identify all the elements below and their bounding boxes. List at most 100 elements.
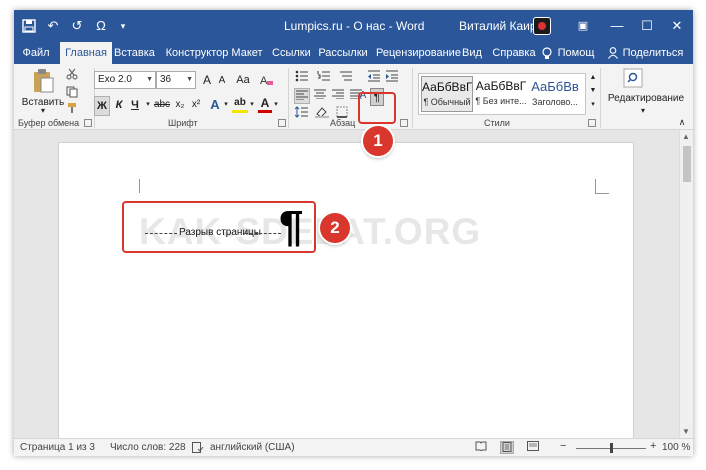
styles-gallery: АаБбВвГ ¶ Обычный АаБбВвГ ¶ Без инте... … — [418, 73, 586, 115]
line-spacing-icon[interactable] — [294, 106, 310, 122]
tab-home[interactable]: Главная — [60, 42, 112, 64]
align-center-icon[interactable] — [312, 88, 328, 104]
read-mode-icon[interactable] — [474, 441, 488, 454]
font-color-button[interactable]: A — [258, 96, 272, 113]
styles-scroll-down-icon[interactable]: ▼ — [588, 86, 598, 96]
font-size-field[interactable]: 36 ▼ — [156, 71, 196, 89]
vertical-scrollbar[interactable]: ▲ ▼ — [679, 130, 693, 438]
tab-file[interactable]: Файл — [20, 42, 52, 64]
save-icon[interactable] — [20, 17, 38, 35]
text-effects-dropdown-icon[interactable]: ▾ — [222, 96, 230, 114]
share-button[interactable]: Поделиться — [620, 42, 686, 64]
font-size-value: 36 — [160, 74, 172, 85]
step-badge-2: 2 — [320, 213, 350, 243]
grow-font-button[interactable]: A — [200, 71, 214, 89]
style-no-spacing[interactable]: АаБбВвГ ¶ Без инте... — [475, 76, 527, 112]
scrollbar-thumb[interactable] — [683, 146, 691, 182]
tab-references[interactable]: Ссылки — [272, 42, 311, 64]
chevron-down-icon[interactable]: ▼ — [146, 72, 153, 88]
shading-icon[interactable] — [314, 106, 330, 122]
superscript-button[interactable]: x² — [188, 96, 204, 114]
tab-view[interactable]: Вид — [460, 42, 484, 64]
styles-more-icon[interactable]: ▾ — [588, 100, 598, 110]
shrink-font-button[interactable]: A — [216, 72, 228, 90]
subscript-button[interactable]: x₂ — [172, 96, 188, 114]
avatar[interactable] — [533, 17, 551, 35]
tab-mailings[interactable]: Рассылки — [318, 42, 368, 64]
tab-design[interactable]: Конструктор — [162, 42, 232, 64]
clipboard-dialog-launcher-icon[interactable] — [84, 119, 92, 127]
zoom-in-button[interactable]: + — [650, 440, 656, 452]
highlight-button[interactable]: ab — [232, 96, 248, 113]
paragraph-dialog-launcher-icon[interactable] — [400, 119, 408, 127]
maximize-icon[interactable]: ☐ — [632, 14, 662, 38]
scroll-down-icon[interactable]: ▼ — [682, 427, 690, 436]
strikethrough-button[interactable]: abc — [152, 96, 172, 114]
scroll-up-icon[interactable]: ▲ — [682, 132, 690, 141]
italic-button[interactable]: К — [112, 96, 126, 114]
decrease-indent-icon[interactable] — [366, 70, 382, 86]
styles-dialog-launcher-icon[interactable] — [588, 119, 596, 127]
svg-text:A: A — [260, 75, 268, 87]
paste-icon[interactable] — [28, 68, 58, 96]
zoom-slider-handle[interactable] — [610, 443, 613, 453]
document-page[interactable]: KAK-SDELAT.ORG Разрыв страницы ¶ — [58, 142, 634, 438]
underline-button[interactable]: Ч — [128, 96, 142, 114]
word-count[interactable]: Число слов: 228 — [110, 442, 186, 453]
font-dialog-launcher-icon[interactable] — [278, 119, 286, 127]
zoom-out-button[interactable]: − — [560, 440, 566, 452]
ribbon-display-options-icon[interactable]: ▣ — [568, 14, 598, 38]
proofing-icon[interactable] — [192, 442, 204, 456]
increase-indent-icon[interactable] — [384, 70, 400, 86]
collapse-ribbon-icon[interactable]: ∧ — [676, 116, 688, 128]
undo-icon[interactable]: ↶ — [44, 17, 62, 35]
cut-icon[interactable] — [64, 68, 80, 84]
highlight-dropdown-icon[interactable]: ▾ — [248, 96, 256, 114]
tab-insert[interactable]: Вставка — [114, 42, 155, 64]
editing-dropdown-icon[interactable]: ▾ — [638, 106, 648, 116]
text-effects-button[interactable]: A — [208, 96, 222, 114]
editing-button[interactable]: Редактирование — [604, 93, 688, 105]
bold-button[interactable]: Ж — [94, 96, 110, 116]
chevron-down-icon[interactable]: ▼ — [186, 72, 193, 88]
multilevel-icon[interactable] — [338, 70, 354, 86]
align-right-icon[interactable] — [330, 88, 346, 104]
underline-dropdown-icon[interactable]: ▾ — [144, 96, 152, 114]
style-name: Заголово... — [532, 97, 578, 107]
styles-scroll-up-icon[interactable]: ▲ — [588, 73, 598, 83]
style-name: ¶ Без инте... — [475, 96, 527, 106]
tab-review[interactable]: Рецензирование — [376, 42, 461, 64]
ribbon: Вставить ▾ Буфер обмена Exo 2.0 ▼ 36 ▼ A A… — [14, 64, 693, 130]
style-heading-1[interactable]: АаБбВв Заголово... — [529, 76, 581, 112]
find-icon[interactable] — [622, 68, 644, 90]
close-icon[interactable]: ✕ — [662, 14, 692, 38]
symbol-omega-icon[interactable]: Ω — [92, 17, 110, 35]
tab-tell-me[interactable]: Помощ — [556, 42, 596, 64]
font-name-field[interactable]: Exo 2.0 ▼ — [94, 71, 156, 89]
print-layout-icon[interactable] — [500, 441, 514, 454]
clear-formatting-icon[interactable]: A — [258, 71, 274, 93]
page-count[interactable]: Страница 1 из 3 — [20, 442, 95, 453]
share-person-icon[interactable] — [606, 42, 620, 64]
minimize-icon[interactable]: — — [602, 14, 632, 38]
paste-dropdown-icon[interactable]: ▾ — [36, 106, 50, 116]
zoom-level[interactable]: 100 % — [662, 442, 690, 453]
redo-icon[interactable]: ↺ — [68, 17, 86, 35]
lightbulb-icon[interactable] — [540, 42, 554, 64]
tab-help[interactable]: Справка — [492, 42, 536, 64]
style-normal[interactable]: АаБбВвГ ¶ Обычный — [421, 76, 473, 112]
customize-icon[interactable]: ▾ — [114, 17, 132, 35]
change-case-button[interactable]: Aa — [232, 71, 254, 89]
format-painter-icon[interactable] — [64, 102, 80, 118]
numbering-icon[interactable] — [316, 70, 332, 86]
align-left-icon[interactable] — [294, 88, 310, 104]
tab-layout[interactable]: Макет — [230, 42, 264, 64]
group-divider — [288, 68, 289, 128]
bullets-icon[interactable] — [294, 70, 310, 86]
font-color-dropdown-icon[interactable]: ▾ — [272, 96, 280, 114]
word-window: ↶ ↺ Ω ▾ Lumpics.ru - О нас - Word Витали… — [14, 10, 693, 456]
styles-group-label: Стили — [484, 118, 510, 128]
web-layout-icon[interactable] — [526, 441, 540, 454]
copy-icon[interactable] — [64, 86, 80, 102]
language-indicator[interactable]: английский (США) — [210, 442, 295, 453]
